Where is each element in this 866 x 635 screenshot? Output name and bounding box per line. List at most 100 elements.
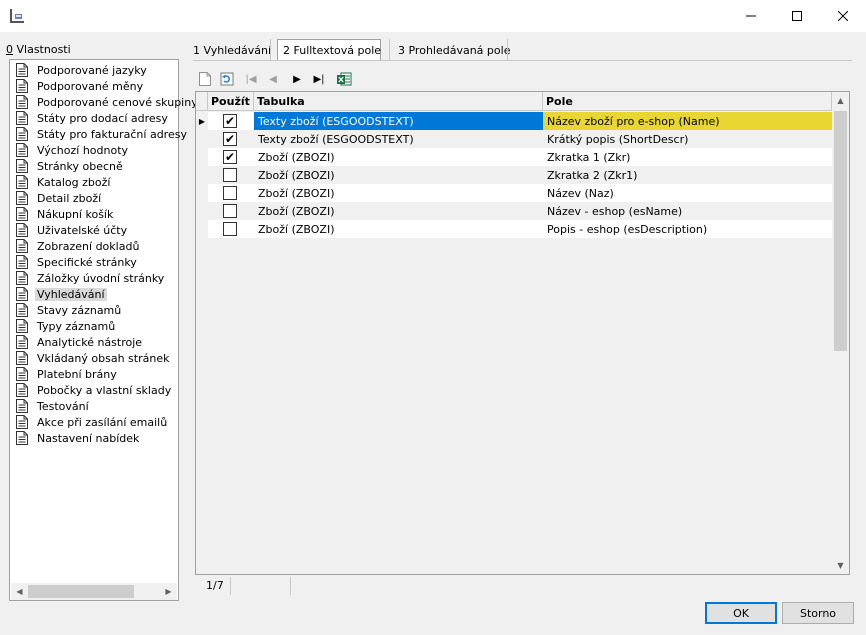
table-row[interactable]: ✔ Zboží (ZBOZI) Zkratka 1 (Zkr) — [196, 148, 832, 166]
table-row[interactable]: Zboží (ZBOZI) Popis - eshop (esDescriptio… — [196, 220, 832, 238]
excel-icon — [337, 72, 352, 86]
tab-search[interactable]: 1 Vyhledávání — [188, 39, 276, 61]
properties-tree[interactable]: Podporované jazyky Podporované měny Podpor… — [9, 59, 198, 601]
export-excel-button[interactable] — [335, 70, 353, 88]
tree-item[interactable]: Zobrazení dokladů — [10, 238, 178, 254]
cell-use — [208, 166, 254, 184]
document-icon — [16, 399, 28, 413]
maximize-button[interactable] — [774, 0, 820, 32]
minimize-button[interactable] — [728, 0, 774, 32]
scroll-up-icon[interactable]: ▲ — [832, 92, 849, 109]
use-checkbox[interactable] — [223, 222, 237, 236]
properties-label-key: 0 — [6, 43, 13, 56]
cell-use — [208, 220, 254, 238]
grid-body: Použít Tabulka Pole ▶ ✔ Texty zboží (ESGOO… — [196, 92, 832, 574]
tree-item[interactable]: Stavy záznamů — [10, 302, 178, 318]
tree-item[interactable]: Analytické nástroje — [10, 334, 178, 350]
use-checkbox[interactable] — [223, 204, 237, 218]
cell-table[interactable]: Zboží (ZBOZI) — [254, 202, 543, 220]
scroll-thumb[interactable] — [28, 585, 134, 598]
tree-item[interactable]: Státy pro dodací adresy — [10, 110, 178, 126]
tree-item[interactable]: Katalog zboží — [10, 174, 178, 190]
cell-field[interactable]: Popis - eshop (esDescription) — [543, 220, 832, 238]
close-button[interactable] — [820, 0, 866, 32]
use-checkbox[interactable]: ✔ — [223, 150, 237, 164]
table-row[interactable]: Zboží (ZBOZI) Zkratka 2 (Zkr1) — [196, 166, 832, 184]
tree-item[interactable]: Uživatelské účty — [10, 222, 178, 238]
table-row[interactable]: Zboží (ZBOZI) Název (Naz) — [196, 184, 832, 202]
tree-item[interactable]: Platební brány — [10, 366, 178, 382]
minimize-icon — [746, 15, 756, 17]
table-row[interactable]: ▶ ✔ Texty zboží (ESGOODSTEXT) Název zboží p… — [196, 112, 832, 130]
tree-item[interactable]: Vkládaný obsah stránek — [10, 350, 178, 366]
last-record-button[interactable]: ▶| — [310, 70, 328, 88]
column-header-field[interactable]: Pole — [543, 92, 832, 111]
scroll-down-icon[interactable]: ▼ — [832, 557, 849, 574]
tree-item-label: Výchozí hodnoty — [37, 143, 129, 157]
new-record-button[interactable] — [196, 70, 214, 88]
tree-item[interactable]: Podporované cenové skupiny — [10, 94, 198, 110]
column-header-table[interactable]: Tabulka — [254, 92, 543, 111]
use-checkbox[interactable] — [223, 168, 237, 182]
cell-table[interactable]: Zboží (ZBOZI) — [254, 184, 543, 202]
tree-item[interactable]: Testování — [10, 398, 178, 414]
cell-table[interactable]: Zboží (ZBOZI) — [254, 148, 543, 166]
cell-field[interactable]: Název zboží pro e-shop (Name) — [543, 112, 832, 130]
tree-item-label: Vyhledávání — [35, 287, 107, 301]
cell-field[interactable]: Krátký popis (ShortDescr) — [543, 130, 832, 148]
tree-item[interactable]: Pobočky a vlastní sklady — [10, 382, 178, 398]
document-icon — [16, 63, 28, 77]
fields-grid[interactable]: Použít Tabulka Pole ▶ ✔ Texty zboží (ESGOO… — [195, 91, 850, 575]
tree-item[interactable]: Stránky obecně — [10, 158, 178, 174]
cell-table[interactable]: Zboží (ZBOZI) — [254, 220, 543, 238]
cell-field[interactable]: Název - eshop (esName) — [543, 202, 832, 220]
tree-item[interactable]: Vyhledávání — [10, 286, 178, 302]
tab-fulltext-fields[interactable]: 2 Fulltextová pole — [277, 39, 381, 61]
tree-item[interactable]: Typy záznamů — [10, 318, 178, 334]
scroll-left-icon[interactable]: ◀ — [11, 583, 28, 600]
cell-table[interactable]: Zboží (ZBOZI) — [254, 166, 543, 184]
ok-button[interactable]: OK — [705, 602, 777, 624]
tree-item[interactable]: Nastavení nabídek — [10, 430, 178, 446]
row-indicator — [196, 202, 208, 220]
tree-horizontal-scrollbar[interactable]: ◀ ▶ — [11, 583, 177, 600]
cancel-button[interactable]: Storno — [782, 602, 854, 624]
tree-item[interactable]: Státy pro fakturační adresy — [10, 126, 187, 142]
scroll-right-icon[interactable]: ▶ — [160, 583, 177, 600]
tab-label: 3 Prohledávaná pole — [398, 43, 511, 57]
next-record-button[interactable]: ▶ — [288, 70, 306, 88]
tree-item-label: Specifické stránky — [37, 255, 137, 269]
use-checkbox[interactable] — [223, 186, 237, 200]
use-checkbox[interactable]: ✔ — [223, 114, 237, 128]
cell-field[interactable]: Zkratka 2 (Zkr1) — [543, 166, 832, 184]
tree-item[interactable]: Specifické stránky — [10, 254, 178, 270]
grid-vertical-scrollbar[interactable]: ▲ ▼ — [832, 92, 849, 574]
tree-item[interactable]: Podporované jazyky — [10, 62, 178, 78]
tree-item[interactable]: Podporované měny — [10, 78, 178, 94]
column-header-use[interactable]: Použít — [208, 92, 254, 111]
use-checkbox[interactable]: ✔ — [223, 132, 237, 146]
maximize-icon — [792, 11, 802, 21]
document-icon — [16, 127, 28, 141]
previous-record-button[interactable]: ◀ — [264, 70, 282, 88]
close-icon — [838, 11, 848, 21]
tree-item[interactable]: Akce při zasílání emailů — [10, 414, 178, 430]
tree-item[interactable]: Záložky úvodní stránky — [10, 270, 178, 286]
grid-toolbar: |◀ ◀ ▶ ▶| — [195, 67, 852, 91]
cell-table[interactable]: Texty zboží (ESGOODSTEXT) — [254, 130, 543, 148]
tree-item[interactable]: Nákupní košík — [10, 206, 178, 222]
scroll-thumb[interactable] — [834, 111, 847, 351]
tree-item[interactable]: Detail zboží — [10, 190, 178, 206]
table-row[interactable]: Zboží (ZBOZI) Název - eshop (esName) — [196, 202, 832, 220]
next-record-icon: ▶ — [293, 73, 301, 85]
table-row[interactable]: ✔ Texty zboží (ESGOODSTEXT) Krátký popis (… — [196, 130, 832, 148]
cell-table[interactable]: Texty zboží (ESGOODSTEXT) — [254, 112, 543, 130]
tree-item[interactable]: Výchozí hodnoty — [10, 142, 178, 158]
first-record-button[interactable]: |◀ — [242, 70, 260, 88]
refresh-button[interactable] — [218, 70, 236, 88]
cell-field[interactable]: Zkratka 1 (Zkr) — [543, 148, 832, 166]
tree-item-label: Pobočky a vlastní sklady — [37, 383, 172, 397]
cell-field[interactable]: Název (Naz) — [543, 184, 832, 202]
tab-searched-fields[interactable]: 3 Prohledávaná pole — [393, 39, 515, 61]
checkmark-icon: ✔ — [224, 150, 236, 164]
